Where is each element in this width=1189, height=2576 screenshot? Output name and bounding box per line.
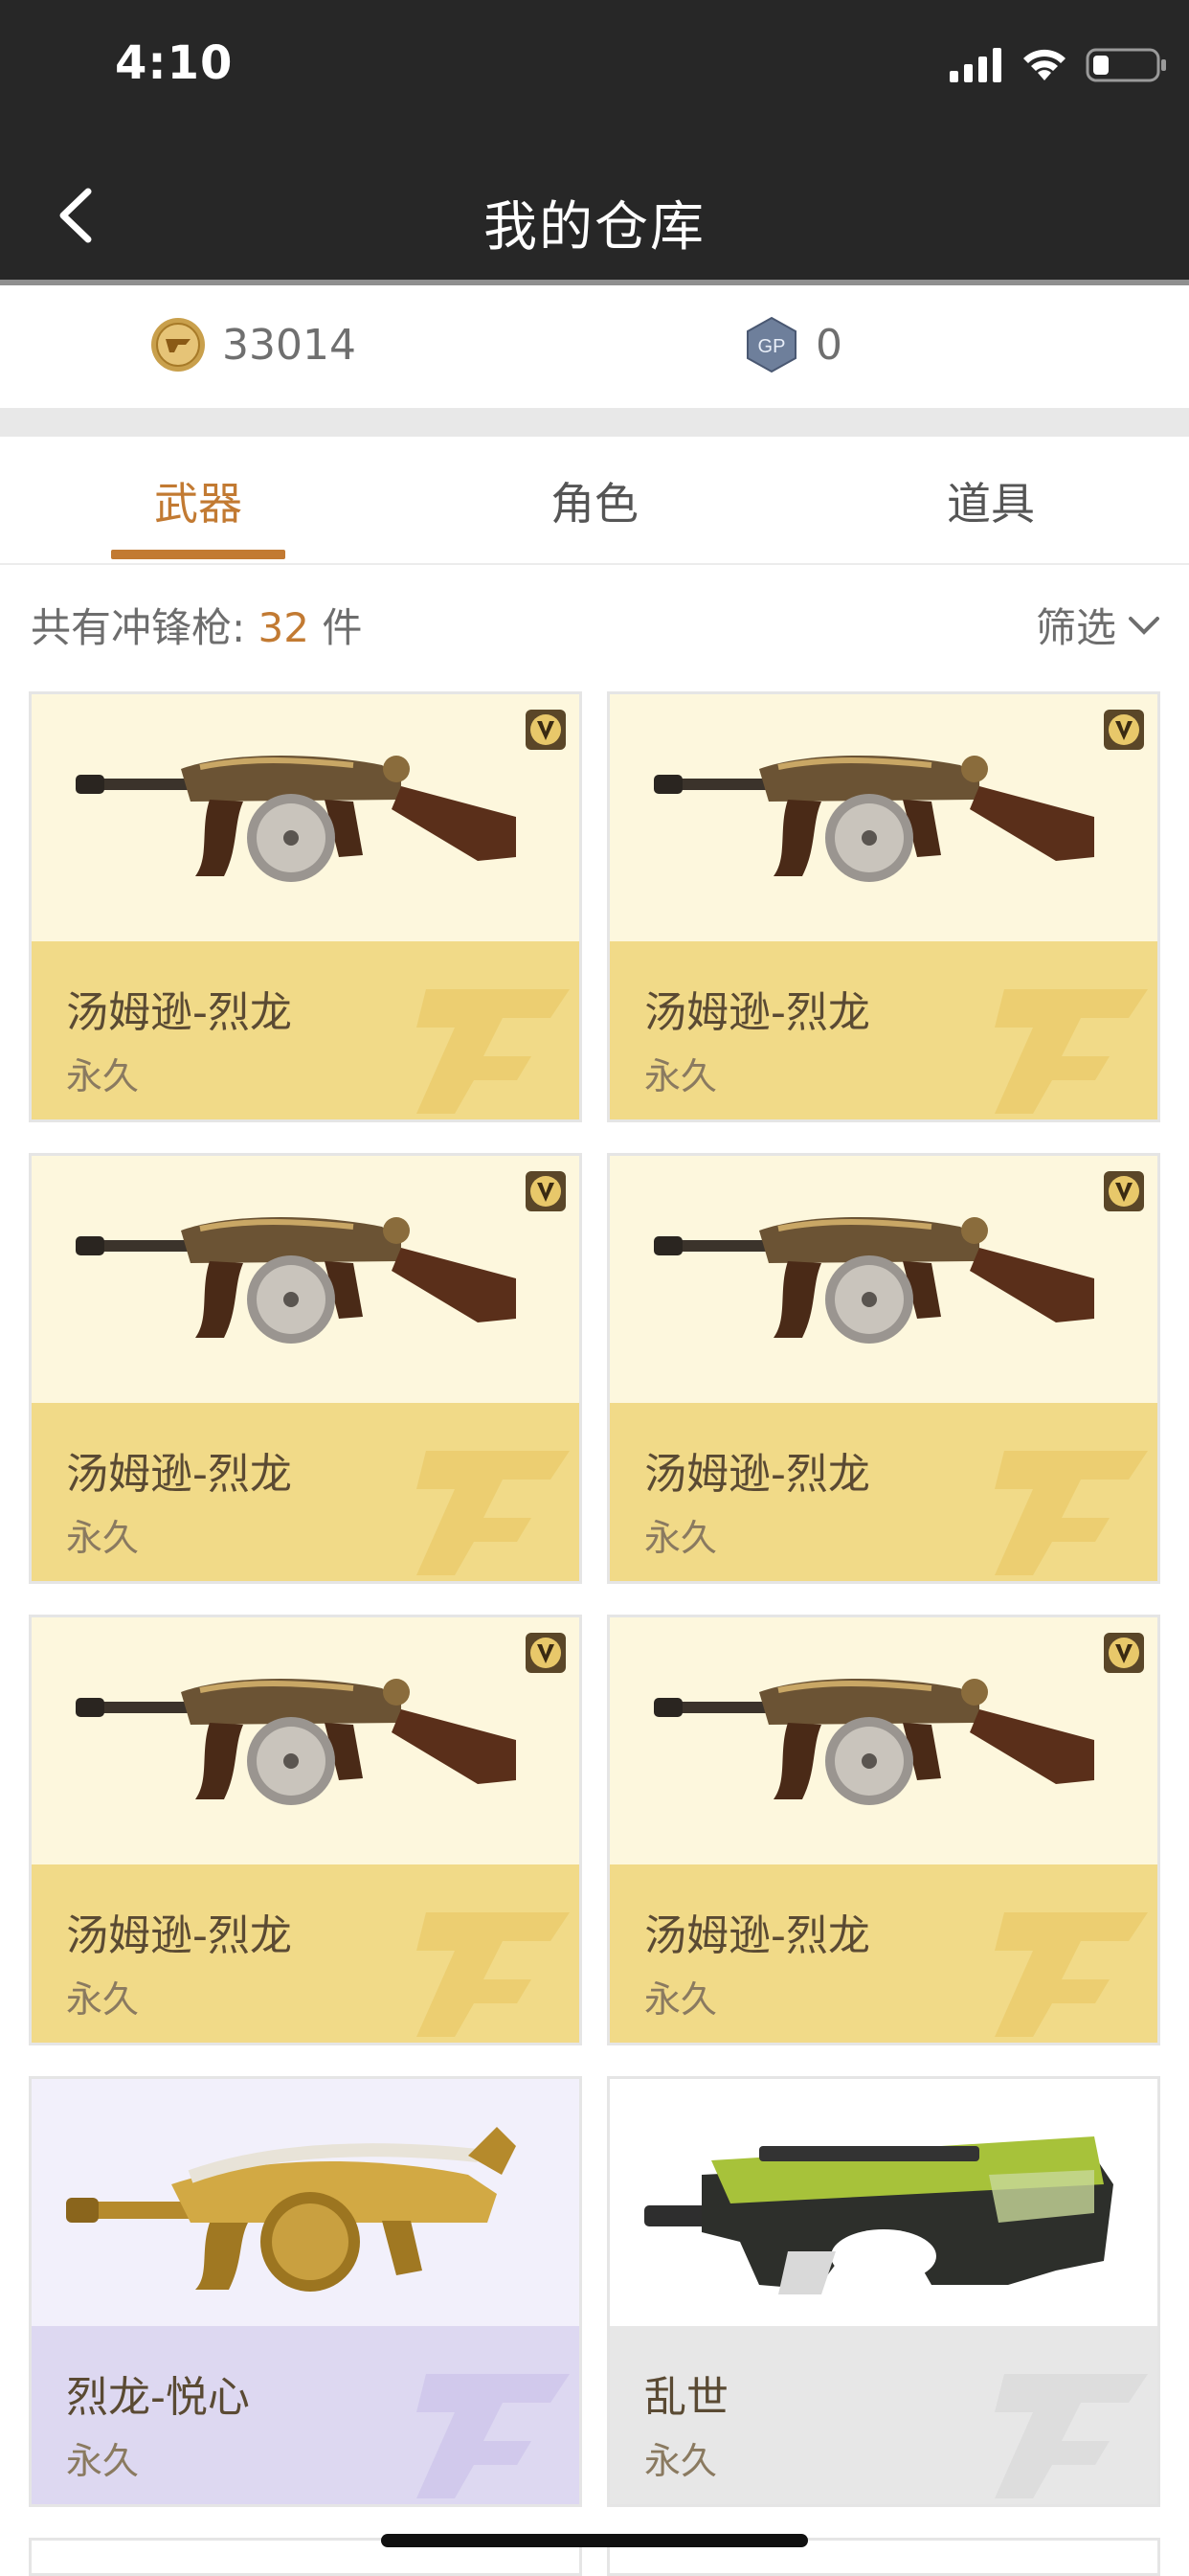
weapon-card[interactable]: 汤姆逊-烈龙永久	[29, 691, 582, 1122]
weapon-info: 汤姆逊-烈龙永久	[610, 941, 1157, 1119]
weapon-card[interactable]: 乱世 永久	[607, 2076, 1160, 2507]
weapon-info: 汤姆逊-烈龙永久	[610, 1403, 1157, 1581]
weapon-name: 汤姆逊-烈龙	[644, 988, 870, 1037]
cf-watermark-icon	[995, 1451, 1148, 1575]
category-tabs: 武器 角色 道具	[0, 437, 1189, 565]
weapon-card[interactable]: 汤姆逊-烈龙永久	[29, 1153, 582, 1584]
wifi-icon	[1023, 49, 1066, 80]
weapon-image-area	[610, 1156, 1157, 1403]
weapon-name: 烈龙-悦心	[66, 2373, 250, 2422]
count-prefix: 共有冲锋枪:	[31, 604, 258, 651]
home-indicator[interactable]	[381, 2534, 808, 2547]
weapon-info: 汤姆逊-烈龙永久	[32, 941, 579, 1119]
battery-icon	[1086, 48, 1166, 82]
item-count: 共有冲锋枪: 32 件	[31, 596, 362, 654]
count-suffix: 件	[308, 604, 363, 651]
filter-button[interactable]: 筛选	[1036, 596, 1160, 654]
gp-icon: GP	[747, 316, 796, 373]
weapon-card[interactable]: 汤姆逊-烈龙永久	[607, 1615, 1160, 2045]
chevron-down-icon	[1129, 616, 1159, 635]
weapon-card[interactable]: 汤姆逊-烈龙永久	[607, 691, 1160, 1122]
weapon-image-area	[32, 1156, 579, 1403]
cf-watermark-icon	[995, 2374, 1148, 2498]
cf-watermark-icon	[416, 989, 570, 1114]
weapon-info: 汤姆逊-烈龙永久	[32, 1403, 579, 1581]
weapon-image	[654, 1678, 1094, 1805]
weapon-image	[76, 755, 516, 882]
weapon-image-area	[610, 694, 1157, 941]
weapon-image-area	[32, 1617, 579, 1864]
vip-badge-icon	[1104, 1633, 1144, 1673]
cf-watermark-icon	[416, 1912, 570, 2037]
weapon-card[interactable]: 烈龙-悦心永久	[29, 2076, 582, 2507]
weapon-duration: 永久	[66, 1517, 140, 1559]
weapon-duration: 永久	[644, 2440, 718, 2482]
weapon-image	[654, 1216, 1094, 1344]
cf-watermark-icon	[416, 2374, 570, 2498]
count-number: 32	[258, 604, 309, 651]
weapon-image-area	[610, 1617, 1157, 1864]
cf-watermark-icon	[416, 1451, 570, 1575]
weapon-name: 汤姆逊-烈龙	[66, 1911, 292, 1960]
vip-badge-icon	[1104, 1171, 1144, 1211]
weapon-name: 汤姆逊-烈龙	[66, 988, 292, 1037]
vip-badge-icon	[1104, 710, 1144, 750]
weapon-info: 烈龙-悦心永久	[32, 2326, 579, 2504]
vip-badge-icon	[526, 1633, 566, 1673]
cf-watermark-icon	[995, 989, 1148, 1114]
weapon-image	[76, 1678, 516, 1805]
weapon-image	[644, 2136, 1113, 2294]
weapon-image-area	[610, 2079, 1157, 2326]
weapon-name: 汤姆逊-烈龙	[66, 1450, 292, 1499]
weapon-image-area	[32, 694, 579, 941]
cf-watermark-icon	[995, 1912, 1148, 2037]
page-title: 我的仓库	[483, 196, 706, 259]
weapon-image	[76, 1216, 516, 1344]
vip-badge-icon	[526, 710, 566, 750]
active-tab-indicator	[111, 550, 285, 559]
filter-bar: 共有冲锋枪: 32 件 筛选	[0, 565, 1189, 680]
weapon-image	[66, 2127, 516, 2292]
weapon-duration: 永久	[66, 1055, 140, 1097]
weapon-card[interactable]: 汤姆逊-烈龙永久	[607, 1153, 1160, 1584]
status-bar: 4:10	[0, 0, 1189, 153]
cf-coin-icon	[151, 318, 205, 372]
weapon-info: 乱世 永久	[610, 2326, 1157, 2504]
weapon-duration: 永久	[644, 1978, 718, 2021]
weapon-name: 汤姆逊-烈龙	[644, 1911, 870, 1960]
filter-label: 筛选	[1035, 604, 1116, 651]
signal-icon	[950, 48, 1001, 82]
weapon-info: 汤姆逊-烈龙永久	[610, 1864, 1157, 2043]
status-time: 4:10	[115, 36, 234, 90]
gp-value: 0	[816, 320, 842, 370]
weapon-card[interactable]: 汤姆逊-烈龙永久	[29, 1615, 582, 2045]
section-divider	[0, 408, 1189, 437]
nav-bar: 我的仓库	[0, 153, 1189, 280]
tab-items[interactable]: 道具	[793, 469, 1189, 532]
coin-value: 33014	[222, 320, 356, 370]
gp-balance: GP 0	[743, 316, 842, 373]
coin-balance: 33014	[149, 316, 356, 373]
weapon-duration: 永久	[644, 1517, 718, 1559]
weapon-duration: 永久	[66, 1978, 140, 2021]
gp-icon-text: GP	[758, 336, 786, 357]
status-icons	[950, 46, 1168, 84]
weapon-info: 汤姆逊-烈龙永久	[32, 1864, 579, 2043]
weapon-image-area	[32, 2079, 579, 2326]
weapon-duration: 永久	[644, 1055, 718, 1097]
weapon-duration: 永久	[66, 2440, 140, 2482]
weapon-name: 乱世	[644, 2373, 729, 2422]
tab-weapons[interactable]: 武器	[0, 469, 396, 532]
weapon-image	[654, 755, 1094, 882]
vip-badge-icon	[526, 1171, 566, 1211]
currency-row: 33014 GP 0	[0, 285, 1189, 408]
tab-characters[interactable]: 角色	[396, 469, 793, 532]
weapon-name: 汤姆逊-烈龙	[644, 1450, 870, 1499]
